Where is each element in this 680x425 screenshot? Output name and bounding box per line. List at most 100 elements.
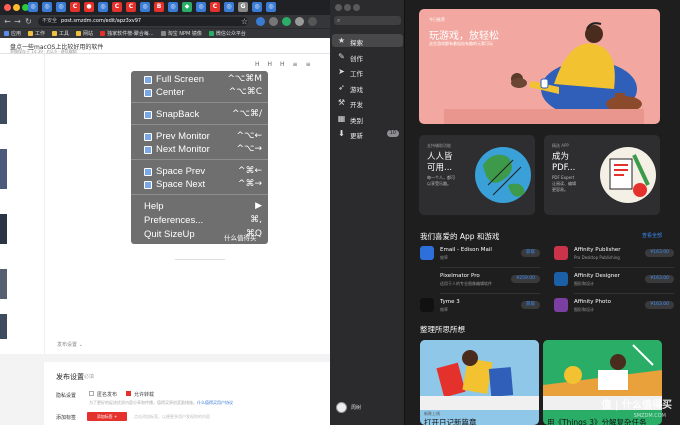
tab-favicon-icon[interactable]: ◎	[28, 2, 38, 12]
menu-item-full-screen[interactable]: Full Screen ^⌥⌘M	[131, 73, 268, 86]
thumbnail[interactable]	[0, 214, 7, 244]
tab-favicon-icon[interactable]: ◎	[252, 2, 262, 12]
journal-illustration	[420, 340, 539, 410]
app-description: Pro Desktop Publishing	[574, 255, 620, 260]
tab-favicon-icon[interactable]: G	[238, 2, 248, 12]
tab-favicon-icon[interactable]: ◎	[140, 2, 150, 12]
menu-item-prev-monitor[interactable]: Prev Monitor ^⌥←	[131, 130, 268, 143]
bookmark-item[interactable]: 工具	[52, 30, 69, 37]
close-window-icon[interactable]	[4, 4, 11, 11]
tab-favicon-icon[interactable]: ◎	[56, 2, 66, 12]
bookmark-item[interactable]: 独家软件榜-聚合每...	[100, 30, 154, 37]
extension-icon[interactable]	[256, 17, 265, 26]
app-row[interactable]: Pixelmator Pro 适用于人的专业图像编辑软件 ¥259.00	[420, 270, 540, 292]
profile-icon[interactable]	[308, 17, 317, 26]
extension-icon[interactable]	[295, 17, 304, 26]
space-prev-icon	[144, 168, 152, 176]
menu-item-center[interactable]: Center ^⌥⌘C	[131, 86, 268, 99]
close-window-icon[interactable]	[335, 4, 342, 11]
app-row[interactable]: Affinity Publisher Pro Desktop Publishing…	[554, 244, 674, 266]
heading-button[interactable]: H	[280, 61, 285, 68]
tab-favicon-icon[interactable]: ◎	[196, 2, 206, 12]
sidebar-item[interactable]: ➤ 工作	[332, 65, 403, 78]
bookmark-item[interactable]: 微信公众平台	[208, 30, 246, 37]
sidebar-item[interactable]: ⚒ 开发	[332, 96, 403, 109]
menu-item-shortcut: ^⌥⌘M	[227, 74, 262, 84]
paperplane-icon: ➤	[338, 67, 345, 76]
allow-repost-checkbox[interactable]	[126, 391, 131, 396]
thumbnail[interactable]	[0, 94, 7, 124]
price-button[interactable]: ¥163.00	[645, 275, 674, 283]
tab-favicon-icon[interactable]: C	[70, 2, 80, 12]
heading-button[interactable]: H	[268, 61, 273, 68]
anonymous-checkbox[interactable]	[89, 391, 94, 396]
sidebar-item[interactable]: ➶ 游戏	[332, 81, 403, 94]
tab-favicon-icon[interactable]: ◎	[266, 2, 276, 12]
price-button[interactable]: 获取	[521, 301, 540, 309]
tab-favicon-icon[interactable]: ◎	[42, 2, 52, 12]
heading-button[interactable]: H	[255, 61, 260, 68]
card-pdf-expert[interactable]: 精选 APP 成为 PDF... PDF Expert 让阅读、编辑 更容易。	[544, 135, 660, 215]
bookmark-item[interactable]: 工作	[28, 30, 45, 37]
bookmark-star-icon[interactable]: ☆	[240, 16, 249, 27]
bookmark-item[interactable]: 应用	[4, 30, 21, 37]
price-button[interactable]: ¥259.00	[511, 275, 540, 283]
search-input[interactable]: ⌕	[334, 16, 401, 25]
tab-favicon-icon[interactable]: ◎	[224, 2, 234, 12]
tab-favicon-icon[interactable]: B	[154, 2, 164, 12]
app-row[interactable]: Affinity Photo 图形和设计 ¥163.00	[554, 296, 674, 318]
add-tag-button[interactable]: 添加标签 +	[87, 412, 127, 421]
agreement-link[interactable]: 什么值得买用户协议	[197, 400, 233, 405]
price-button[interactable]: ¥163.00	[645, 249, 674, 257]
price-button[interactable]: 获取	[521, 249, 540, 257]
app-store-sidebar: ⌕ ★ 探索 ✎ 创作 ➤ 工作 ➶ 游戏 ⚒ 开发 ▦ 类别 ⬇ 更新 10 周树	[330, 0, 405, 425]
extension-icon[interactable]	[282, 17, 291, 26]
minimize-window-icon[interactable]	[13, 4, 20, 11]
story-journal[interactable]: 新陈上线 打开日记新篇章	[420, 340, 539, 425]
see-all-link[interactable]: 查看全部	[642, 232, 662, 239]
tab-favicon-icon[interactable]: C	[112, 2, 122, 12]
hero-banner[interactable]: 今日推荐 玩游戏，放轻松 这些游戏都有着轻松有趣的元素可玩	[419, 9, 660, 124]
thumbnail[interactable]	[0, 269, 7, 299]
browser-toolbar: ← → ↻ 不安全 post.smzdm.com/edit/apz3xv97 ☆	[0, 15, 330, 28]
zoom-window-icon[interactable]	[353, 4, 360, 11]
menu-item-space-prev[interactable]: Space Prev ^⌘←	[131, 165, 268, 178]
minimize-window-icon[interactable]	[344, 4, 351, 11]
app-row[interactable]: Email - Edison Mail 效率 获取	[420, 244, 540, 266]
app-row[interactable]: Affinity Designer 图形和设计 ¥163.00	[554, 270, 674, 292]
folder-icon	[28, 31, 34, 36]
sidebar-item[interactable]: ▦ 类别	[332, 112, 403, 125]
tab-favicon-icon[interactable]: ●	[84, 2, 94, 12]
sidebar-item[interactable]: ⬇ 更新 10	[332, 127, 403, 140]
address-bar[interactable]: 不安全 post.smzdm.com/edit/apz3xv97	[38, 17, 248, 26]
menu-item-next-monitor[interactable]: Next Monitor ^⌥→	[131, 143, 268, 156]
list-button[interactable]: ≡	[293, 61, 298, 68]
sidebar-item[interactable]: ★ 探索	[332, 34, 403, 47]
extension-icon[interactable]	[269, 17, 278, 26]
publish-settings-link[interactable]: 发布设置 ⌄	[57, 341, 83, 348]
align-button[interactable]: ≡	[306, 61, 311, 68]
thumbnail[interactable]	[0, 314, 7, 339]
menu-item-preferences[interactable]: Preferences... ⌘,	[131, 214, 268, 227]
tab-favicon-icon[interactable]: C	[210, 2, 220, 12]
pdf-illustration	[600, 147, 656, 203]
bookmark-item[interactable]: 淘宝 NPM 镜像	[160, 30, 202, 37]
price-button[interactable]: ¥163.00	[645, 301, 674, 309]
menu-item-help[interactable]: Help ▶	[131, 200, 268, 213]
tab-favicon-icon[interactable]: C	[126, 2, 136, 12]
menu-item-space-next[interactable]: Space Next ^⌘→	[131, 178, 268, 191]
tab-favicon-icon[interactable]: ◎	[98, 2, 108, 12]
back-icon[interactable]: ←	[3, 16, 12, 27]
thumbnail[interactable]	[0, 149, 7, 189]
card-accessibility[interactable]: 支持辅助功能 人人皆 可用... 每一个人，都可 以享受乐趣。	[419, 135, 535, 215]
menu-item-snapback[interactable]: SnapBack ^⌥⌘/	[131, 108, 268, 121]
user-account[interactable]: 周树	[336, 402, 361, 413]
app-row[interactable]: Tyme 3 效率 获取	[420, 296, 540, 318]
app-name: Affinity Designer	[574, 273, 620, 279]
forward-icon[interactable]: →	[13, 16, 22, 27]
tab-favicon-icon[interactable]: ◎	[168, 2, 178, 12]
tab-favicon-icon[interactable]: ◆	[182, 2, 192, 12]
sidebar-item[interactable]: ✎ 创作	[332, 50, 403, 63]
bookmark-item[interactable]: 网站	[76, 30, 93, 37]
reload-icon[interactable]: ↻	[24, 16, 33, 27]
